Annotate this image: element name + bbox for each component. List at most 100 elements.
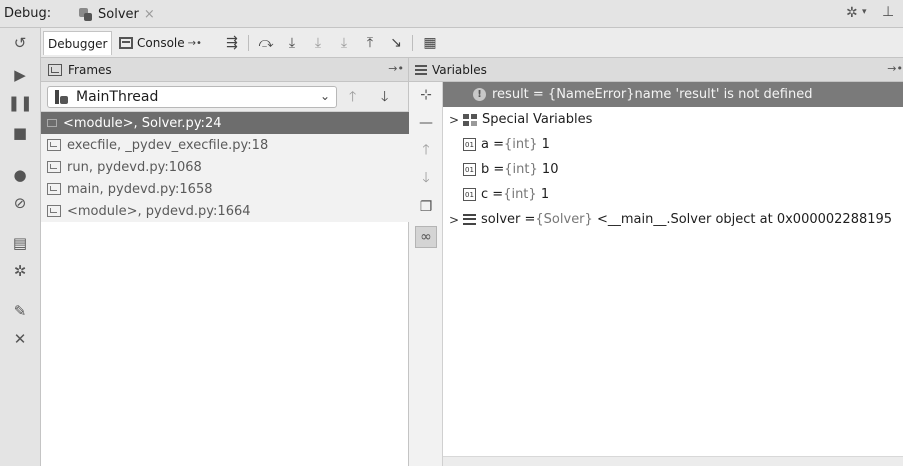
evaluate-expression-icon[interactable]: ▦	[419, 33, 441, 53]
variable-text: Special Variables	[482, 112, 593, 127]
expand-arrow-icon[interactable]: >	[449, 113, 463, 127]
horizontal-scrollbar[interactable]	[443, 456, 903, 466]
copy-watch-icon[interactable]: ❐	[415, 196, 437, 218]
frames-title: Frames	[68, 62, 112, 77]
frame-label: <module>, pydevd.py:1664	[67, 203, 251, 219]
close-icon[interactable]: ✕	[8, 328, 32, 350]
frame-item[interactable]: <module>, Solver.py:24	[41, 112, 409, 134]
step-out-icon[interactable]: ⤒	[359, 33, 381, 53]
show-execution-point-icon[interactable]: ⇶	[221, 33, 243, 53]
rerun-icon[interactable]: ↺	[8, 32, 32, 54]
variable-type: {int}	[504, 137, 538, 152]
tab-debugger-label: Debugger	[48, 36, 108, 51]
layout-icon[interactable]: ▤	[8, 232, 32, 254]
variable-value: <__main__.Solver object at 0x00000228819…	[596, 212, 893, 227]
variable-prefix: c =	[481, 187, 504, 202]
close-tab-icon[interactable]: ×	[144, 7, 155, 22]
variable-value: 1	[541, 137, 550, 152]
special-variables-icon	[463, 113, 477, 126]
variables-side-toolbar: ⊹ — 🡑 🡓 ❐ ∞	[409, 82, 443, 466]
hide-frames-icon[interactable]: →•	[388, 62, 404, 75]
expand-arrow-icon[interactable]: >	[449, 213, 463, 227]
session-tab-label: Solver	[98, 6, 139, 22]
thread-icon	[54, 90, 68, 104]
thread-selector[interactable]: MainThread ⌄	[47, 86, 337, 108]
variable-row-a[interactable]: 01 a = {int} 1	[443, 132, 903, 157]
variable-row-b[interactable]: 01 b = {int} 10	[443, 157, 903, 182]
int-type-icon: 01	[463, 188, 476, 201]
frame-icon	[47, 161, 61, 173]
variable-value: 1	[540, 187, 550, 202]
variables-panel: Variables →• ! result = {NameError}name …	[409, 58, 903, 466]
tab-console[interactable]: Console →•	[115, 31, 206, 55]
variable-row-result[interactable]: ! result = {NameError}name 'result' is n…	[443, 82, 903, 107]
frame-label: execfile, _pydev_execfile.py:18	[67, 137, 269, 153]
dropdown-caret-icon[interactable]: ▾	[862, 7, 867, 17]
session-tab-solver[interactable]: Solver ×	[78, 0, 158, 28]
variable-text: result = {NameError}name 'result' is not…	[492, 87, 813, 102]
remove-watch-icon[interactable]: —	[415, 112, 437, 134]
variable-type: {int}	[504, 162, 538, 177]
frame-icon	[47, 205, 61, 217]
debugger-toolbar: Debugger Console →• ⇶ ⤼ ⤓ ⤓ ⤓ ⤒ ↘ ▦	[41, 28, 903, 58]
thread-row: MainThread ⌄ 🡑 🡓	[41, 82, 408, 112]
left-debug-toolbar: ↺ ▶ ❚❚ ■ ● ⊘ ▤ ✲ ✎ ✕	[0, 28, 41, 466]
frames-header: Frames →•	[41, 58, 408, 82]
variable-prefix: a =	[481, 137, 504, 152]
tab-console-label: Console	[137, 36, 185, 50]
frames-icon	[48, 63, 62, 76]
error-icon: !	[473, 88, 486, 101]
variable-row-c[interactable]: 01 c = {int} 1	[443, 182, 903, 207]
variables-tree: ! result = {NameError}name 'result' is n…	[443, 82, 903, 232]
variables-title: Variables	[432, 62, 487, 77]
frame-item[interactable]: <module>, pydevd.py:1664	[41, 200, 409, 222]
settings-icon[interactable]: ✲	[8, 260, 32, 282]
variable-value: 10	[541, 162, 559, 177]
thread-name: MainThread	[76, 89, 159, 105]
move-down-icon[interactable]: 🡓	[415, 168, 437, 190]
mute-breakpoints-icon[interactable]: ⊘	[8, 192, 32, 214]
resume-icon[interactable]: ▶	[8, 64, 32, 86]
frame-label: run, pydevd.py:1068	[67, 159, 202, 175]
variable-row-special[interactable]: > Special Variables	[443, 107, 903, 132]
console-icon	[119, 37, 133, 49]
tab-debugger[interactable]: Debugger	[43, 31, 113, 55]
pause-icon[interactable]: ❚❚	[7, 92, 32, 114]
hide-panel-icon[interactable]: ⊥	[882, 4, 894, 20]
variable-prefix: b =	[481, 162, 505, 177]
frame-icon	[47, 183, 61, 195]
frame-item[interactable]: main, pydevd.py:1658	[41, 178, 409, 200]
pin-icon[interactable]: ✎	[8, 300, 32, 322]
frame-label: <module>, Solver.py:24	[63, 115, 222, 131]
next-frame-icon[interactable]: 🡓	[381, 86, 388, 110]
variables-icon	[415, 64, 427, 75]
frame-icon	[47, 119, 57, 127]
view-breakpoints-icon[interactable]: ●	[8, 164, 32, 186]
variables-header: Variables →•	[409, 58, 903, 82]
int-type-icon: 01	[463, 138, 476, 151]
hide-variables-icon[interactable]: →•	[887, 62, 903, 75]
frame-label: main, pydevd.py:1658	[67, 181, 213, 197]
frames-panel: Frames →• MainThread ⌄ 🡑 🡓 <module>, Sol…	[41, 58, 409, 466]
move-up-icon[interactable]: 🡑	[415, 140, 437, 162]
watch-toggle-icon[interactable]: ∞	[415, 226, 437, 248]
step-over-icon[interactable]: ⤼	[255, 33, 277, 53]
python-icon	[78, 6, 94, 22]
stop-icon[interactable]: ■	[8, 122, 32, 144]
variable-row-solver[interactable]: > solver = {Solver} <__main__.Solver obj…	[443, 207, 903, 232]
pin-tab-icon[interactable]: →•	[188, 38, 202, 49]
previous-frame-icon[interactable]: 🡑	[349, 86, 356, 110]
gear-icon[interactable]: ✲	[846, 5, 858, 21]
run-to-cursor-icon[interactable]: ↘	[385, 33, 407, 53]
frame-item[interactable]: run, pydevd.py:1068	[41, 156, 409, 178]
frame-icon	[47, 139, 61, 151]
debug-label: Debug:	[4, 6, 52, 21]
frame-list: <module>, Solver.py:24 execfile, _pydev_…	[41, 112, 409, 222]
new-watch-icon[interactable]: ⊹	[415, 84, 437, 106]
force-step-into-icon[interactable]: ⤓	[333, 33, 355, 53]
frame-item[interactable]: execfile, _pydev_execfile.py:18	[41, 134, 409, 156]
step-into-my-code-icon[interactable]: ⤓	[307, 33, 329, 53]
step-into-icon[interactable]: ⤓	[281, 33, 303, 53]
variable-prefix: solver =	[481, 212, 536, 227]
toolbar-separator	[412, 35, 413, 51]
